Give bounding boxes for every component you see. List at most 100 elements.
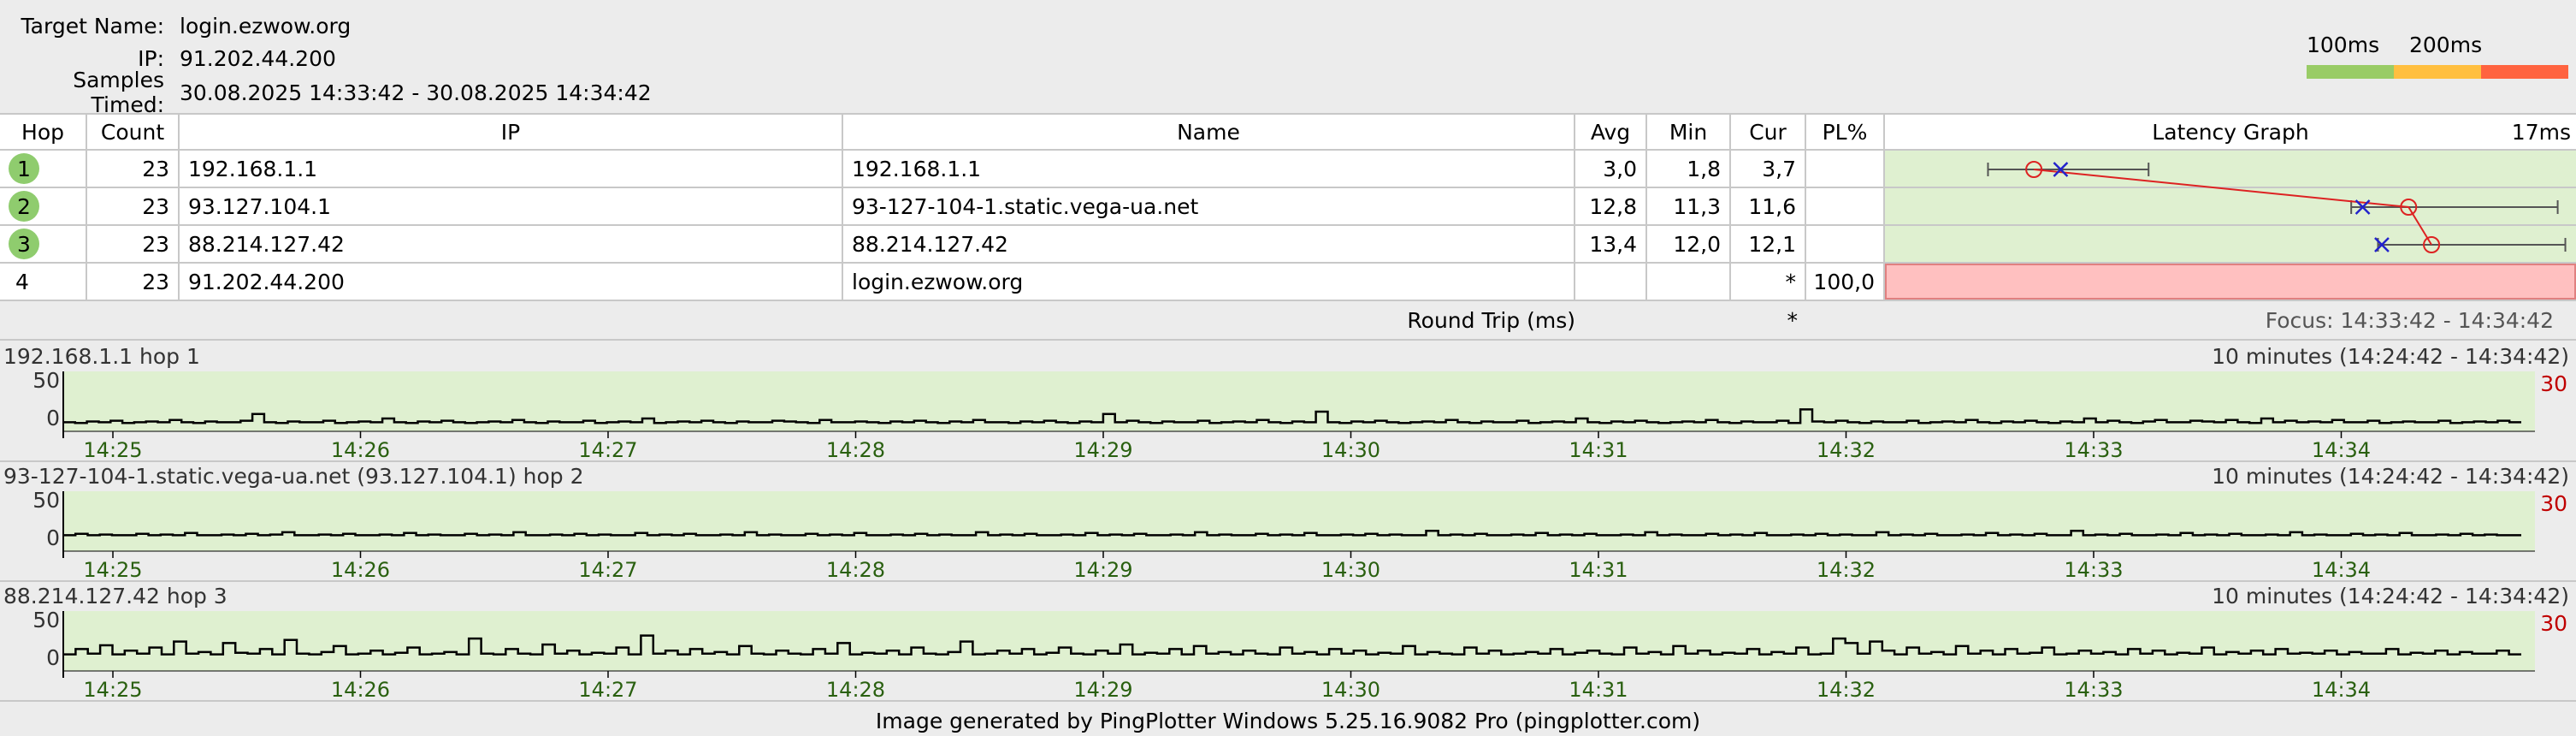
cell-min — [1647, 264, 1731, 300]
target-name-label: Target Name: — [21, 13, 164, 39]
cell-avg — [1575, 264, 1647, 300]
x-tick-label: 14:25 — [83, 438, 142, 462]
col-cur-header[interactable]: Cur — [1731, 115, 1806, 149]
cell-hop: 1 — [0, 151, 87, 187]
round-trip-label: Round Trip (ms) — [1407, 308, 1575, 333]
hop-chart-title: 93-127-104-1.static.vega-ua.net (93.127.… — [3, 464, 584, 489]
samples-timed-row: Samples Timed: 30.08.2025 14:33:42 - 30.… — [0, 68, 652, 117]
x-tick-label: 14:25 — [83, 678, 142, 702]
x-tick-label: 14:30 — [1321, 558, 1380, 582]
cell-min: 1,8 — [1647, 151, 1731, 187]
focus-range: Focus: 14:33:42 - 14:34:42 — [2265, 308, 2554, 333]
cell-avg: 3,0 — [1575, 151, 1647, 187]
target-ip-value: 91.202.44.200 — [180, 45, 336, 71]
col-avg-header[interactable]: Avg — [1575, 115, 1647, 149]
cell-cur: * — [1731, 264, 1806, 300]
cell-pl — [1806, 151, 1885, 187]
x-tick-label: 14:33 — [2064, 438, 2123, 462]
cell-hop: 2 — [0, 188, 87, 224]
plot-background — [63, 491, 2535, 551]
cell-cur: 11,6 — [1731, 188, 1806, 224]
x-tick-label: 14:25 — [83, 558, 142, 582]
x-tick-label: 14:31 — [1569, 438, 1628, 462]
scale-color-bar — [2307, 65, 2568, 79]
target-name-value: login.ezwow.org — [180, 13, 352, 39]
x-tick-label: 14:26 — [331, 438, 390, 462]
cell-pl — [1806, 226, 1885, 262]
cell-hop: 3 — [0, 226, 87, 262]
samples-timed-value: 30.08.2025 14:33:42 - 30.08.2025 14:34:4… — [180, 80, 652, 105]
x-tick-label: 14:30 — [1321, 678, 1380, 702]
hop-chart-max-value: 30 — [2540, 491, 2567, 516]
x-tick-label: 14:29 — [1073, 558, 1132, 582]
hop-chart-plot: 14:25 14:26 14:27 14:28 14:29 14:30 14:31 14:32… — [62, 611, 2535, 702]
col-hop-header[interactable]: Hop — [0, 115, 87, 149]
x-tick-label: 14:32 — [1817, 558, 1876, 582]
hop-chart[interactable]: 14:25 14:26 14:27 14:28 14:29 14:30 14:31 14:32… — [0, 462, 2576, 582]
hop-chart-title: 88.214.127.42 hop 3 — [3, 584, 227, 608]
y-tick-label: 0 — [46, 645, 60, 670]
hop-chart-title: 192.168.1.1 hop 1 — [3, 344, 200, 369]
x-tick-label: 14:33 — [2064, 678, 2123, 702]
hop-number-badge: 3 — [9, 229, 39, 259]
x-tick-label: 14:28 — [826, 558, 885, 582]
cell-min: 12,0 — [1647, 226, 1731, 262]
x-tick-label: 14:26 — [331, 678, 390, 702]
y-tick-label: 50 — [32, 488, 60, 513]
col-name-header[interactable]: Name — [843, 115, 1575, 149]
x-tick-label: 14:34 — [2312, 558, 2371, 582]
y-tick-label: 50 — [32, 608, 60, 632]
x-tick-label: 14:28 — [826, 438, 885, 462]
cell-count: 23 — [87, 188, 180, 224]
hop-chart-time-range: 10 minutes (14:24:42 - 14:34:42) — [2212, 464, 2569, 489]
hop-chart[interactable]: 14:25 14:26 14:27 14:28 14:29 14:30 14:31 14:32… — [0, 342, 2576, 462]
x-tick-label: 14:34 — [2312, 438, 2371, 462]
round-trip-cur: * — [1787, 308, 1799, 333]
cell-name: login.ezwow.org — [843, 264, 1575, 300]
x-tick-label: 14:27 — [578, 558, 637, 582]
cell-count: 23 — [87, 151, 180, 187]
cell-ip: 192.168.1.1 — [180, 151, 843, 187]
round-trip-row: Round Trip (ms) * Focus: 14:33:42 - 14:3… — [0, 301, 2576, 341]
plot-background — [63, 611, 2535, 671]
col-pl-header[interactable]: PL% — [1806, 115, 1885, 149]
x-tick-label: 14:29 — [1073, 438, 1132, 462]
x-tick-label: 14:33 — [2064, 558, 2123, 582]
cell-ip: 91.202.44.200 — [180, 264, 843, 300]
y-tick-label: 50 — [32, 368, 60, 393]
x-tick-label: 14:27 — [578, 678, 637, 702]
scale-200-label: 200ms — [2409, 33, 2483, 57]
col-ip-header[interactable]: IP — [180, 115, 843, 149]
cell-name: 93-127-104-1.static.vega-ua.net — [843, 188, 1575, 224]
hop-chart[interactable]: 14:25 14:26 14:27 14:28 14:29 14:30 14:31 14:32… — [0, 582, 2576, 702]
target-name-row: Target Name: login.ezwow.org — [0, 10, 352, 41]
cell-count: 23 — [87, 264, 180, 300]
scale-segment-1 — [2307, 65, 2394, 79]
cell-pl — [1806, 188, 1885, 224]
x-tick-label: 14:30 — [1321, 438, 1380, 462]
x-tick-label: 14:34 — [2312, 678, 2371, 702]
cell-name: 88.214.127.42 — [843, 226, 1575, 262]
scale-100-label: 100ms — [2307, 33, 2380, 57]
latency-graph-plot — [1987, 161, 2567, 253]
hop-chart-max-value: 30 — [2540, 371, 2567, 396]
cell-pl: 100,0 — [1806, 264, 1885, 300]
hop-chart-time-range: 10 minutes (14:24:42 - 14:34:42) — [2212, 584, 2569, 608]
y-tick-label: 0 — [46, 406, 60, 430]
x-tick-label: 14:26 — [331, 558, 390, 582]
cell-count: 23 — [87, 226, 180, 262]
cell-name: 192.168.1.1 — [843, 151, 1575, 187]
x-tick-label: 14:28 — [826, 678, 885, 702]
cell-cur: 3,7 — [1731, 151, 1806, 187]
x-tick-label: 14:27 — [578, 438, 637, 462]
col-count-header[interactable]: Count — [87, 115, 180, 149]
latency-color-scale: 100ms 200ms — [2307, 31, 2568, 79]
hop-number-badge: 2 — [9, 191, 39, 222]
x-tick-label: 14:29 — [1073, 678, 1132, 702]
x-tick-label: 14:31 — [1569, 558, 1628, 582]
col-min-header[interactable]: Min — [1647, 115, 1731, 149]
y-tick-label: 0 — [46, 525, 60, 550]
hop-number-badge: 1 — [9, 153, 39, 184]
scale-segment-3 — [2481, 65, 2568, 79]
hop-number-badge: 4 — [15, 269, 29, 294]
